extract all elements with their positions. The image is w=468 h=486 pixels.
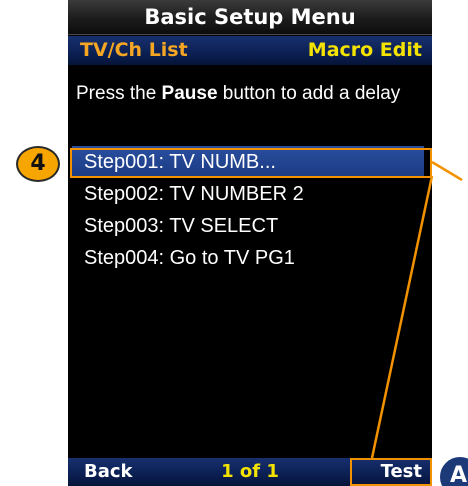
step-item[interactable]: Step004: Go to TV PG1 bbox=[68, 242, 432, 274]
header-bar: TV/Ch List Macro Edit bbox=[68, 36, 432, 65]
instruction-prefix: Press the bbox=[76, 83, 162, 104]
step-item[interactable]: Step003: TV SELECT bbox=[68, 210, 432, 242]
step-item-selected[interactable]: Step001: TV NUMB... bbox=[72, 146, 424, 178]
footer-bar: Back 1 of 1 Test bbox=[68, 458, 432, 486]
test-button[interactable]: Test bbox=[381, 458, 422, 486]
screenshot-stage: Basic Setup Menu TV/Ch List Macro Edit P… bbox=[0, 0, 468, 486]
macro-edit-label: Macro Edit bbox=[307, 39, 422, 61]
instruction-suffix: button to add a delay bbox=[217, 83, 401, 104]
callout-a-badge: A bbox=[438, 455, 468, 486]
step-number-badge: 4 bbox=[16, 146, 60, 182]
tv-ch-list-button[interactable]: TV/Ch List bbox=[80, 36, 188, 65]
menu-title: Basic Setup Menu bbox=[68, 0, 432, 35]
instruction-text: Press the Pause button to add a delay bbox=[76, 80, 416, 107]
macro-step-list: Step001: TV NUMB... Step002: TV NUMBER 2… bbox=[68, 146, 432, 274]
step-item[interactable]: Step002: TV NUMBER 2 bbox=[68, 178, 432, 210]
instruction-pause-word: Pause bbox=[161, 83, 218, 104]
remote-screen: Basic Setup Menu TV/Ch List Macro Edit P… bbox=[68, 0, 432, 486]
callout-line-to-test bbox=[431, 160, 463, 182]
back-button[interactable]: Back bbox=[84, 458, 133, 486]
